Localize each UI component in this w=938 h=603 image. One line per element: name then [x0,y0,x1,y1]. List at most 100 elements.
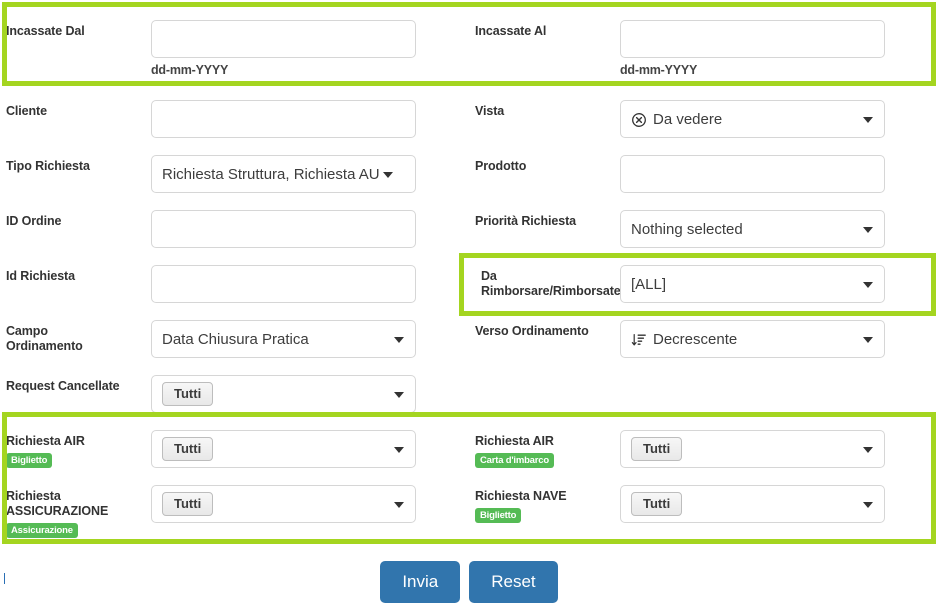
label-richiesta-nave: Richiesta NAVE Biglietto [475,485,620,523]
label-id-richiesta: Id Richiesta [6,269,75,283]
field-richiesta-nave: Richiesta NAVE Biglietto Tutti [469,485,938,538]
field-tipo-richiesta: Tipo Richiesta Richiesta Struttura, Rich… [0,155,469,193]
richiesta-air-carta-select[interactable]: Tutti [620,430,885,468]
label-vista: Vista [475,104,505,118]
form-row-idrichiesta-rimborso: Id Richiesta Da Rimborsare/Rimborsate [A… [0,265,938,303]
chevron-down-icon [863,282,873,288]
field-cliente: Cliente [0,100,469,138]
vista-select[interactable]: Da vedere [620,100,885,138]
chevron-down-icon [863,447,873,453]
field-incassate-dal: Incassate Dal dd-mm-YYYY [0,20,469,77]
id-ordine-input[interactable] [151,210,416,248]
incassate-dal-input[interactable] [151,20,416,58]
richiesta-air-biglietto-chip[interactable]: Tutti [162,437,214,461]
priorita-richiesta-value: Nothing selected [631,220,743,238]
prodotto-input[interactable] [620,155,885,193]
badge-assicurazione: Assicurazione [6,523,78,538]
form-row-richiesta-air: Richiesta AIR Biglietto Tutti Richiesta … [0,430,938,468]
incassate-al-input[interactable] [620,20,885,58]
field-empty-slot [469,375,938,413]
field-campo-ordinamento: Campo Ordinamento Data Chiusura Pratica [0,320,469,358]
chevron-down-icon [394,392,404,398]
richiesta-nave-chip[interactable]: Tutti [631,492,683,516]
richiesta-air-carta-chip[interactable]: Tutti [631,437,683,461]
reset-button[interactable]: Reset [469,561,558,603]
request-cancellate-select[interactable]: Tutti [151,375,416,413]
chevron-down-icon [394,502,404,508]
richiesta-assicurazione-select[interactable]: Tutti [151,485,416,523]
richiesta-assicurazione-chip[interactable]: Tutti [162,492,214,516]
label-da-rimborsare-line2: Rimborsare/Rimborsate [481,284,621,298]
form-row-request-cancellate: Request Cancellate Tutti [0,375,938,413]
label-richiesta-assicurazione: Richiesta ASSICURAZIONE Assicurazione [6,485,151,538]
form-row-tipo-prodotto: Tipo Richiesta Richiesta Struttura, Rich… [0,155,938,193]
field-id-richiesta: Id Richiesta [0,265,469,303]
field-verso-ordinamento: Verso Ordinamento Decrescente [469,320,938,358]
form-row-ordine-priorita: ID Ordine Priorità Richiesta Nothing sel… [0,210,938,248]
form-actions: Invia Reset [0,561,938,603]
chevron-down-icon [863,227,873,233]
label-assicurazione-line1: Richiesta [6,489,61,503]
tipo-richiesta-value: Richiesta Struttura, Richiesta AU [162,165,380,183]
label-verso-ordinamento: Verso Ordinamento [475,324,589,338]
field-request-cancellate: Request Cancellate Tutti [0,375,469,413]
incassate-dal-hint: dd-mm-YYYY [151,63,229,77]
badge-nave-biglietto: Biglietto [475,508,522,523]
label-campo-ordinamento: Campo Ordinamento [6,320,151,354]
label-prodotto: Prodotto [475,159,527,173]
verso-ordinamento-select[interactable]: Decrescente [620,320,885,358]
field-vista: Vista Da vedere [469,100,938,138]
label-incassate-al: Incassate Al [475,24,547,38]
campo-ordinamento-select[interactable]: Data Chiusura Pratica [151,320,416,358]
chevron-down-icon [863,117,873,123]
form-row-incassate: Incassate Dal dd-mm-YYYY Incassate Al dd… [0,20,938,77]
badge-biglietto: Biglietto [6,453,53,468]
label-incassate-dal: Incassate Dal [6,24,85,38]
form-row-assicurazione-nave: Richiesta ASSICURAZIONE Assicurazione Tu… [0,485,938,538]
submit-button[interactable]: Invia [380,561,461,603]
label-id-ordine: ID Ordine [6,214,62,228]
tipo-richiesta-select[interactable]: Richiesta Struttura, Richiesta AU [151,155,416,193]
label-priorita-richiesta: Priorità Richiesta [475,214,577,228]
verso-ordinamento-value: Decrescente [653,330,738,348]
label-assicurazione-line2: ASSICURAZIONE [6,504,109,518]
da-rimborsare-value: [ALL] [631,275,667,293]
priorita-richiesta-select[interactable]: Nothing selected [620,210,885,248]
field-richiesta-air-carta: Richiesta AIR Carta d'imbarco Tutti [469,430,938,468]
incassate-al-hint: dd-mm-YYYY [620,63,698,77]
vista-value: Da vedere [653,110,723,128]
label-richiesta-air-carta: Richiesta AIR Carta d'imbarco [475,430,620,468]
label-richiesta-nave-text: Richiesta NAVE [475,489,567,503]
label-da-rimborsare-line1: Da [481,269,497,283]
label-richiesta-air-2-text: Richiesta AIR [475,434,554,448]
label-cliente: Cliente [6,104,47,118]
campo-ordinamento-value: Data Chiusura Pratica [162,330,309,348]
search-filters-form: Incassate Dal dd-mm-YYYY Incassate Al dd… [0,0,938,603]
request-cancellate-chip[interactable]: Tutti [162,382,214,406]
richiesta-air-biglietto-select[interactable]: Tutti [151,430,416,468]
id-richiesta-input[interactable] [151,265,416,303]
cliente-input[interactable] [151,100,416,138]
label-request-cancellate: Request Cancellate [6,379,120,393]
chevron-down-icon [394,447,404,453]
label-richiesta-air-1-text: Richiesta AIR [6,434,85,448]
field-incassate-al: Incassate Al dd-mm-YYYY [469,20,938,77]
form-row-ordinamento: Campo Ordinamento Data Chiusura Pratica … [0,320,938,358]
field-prodotto: Prodotto [469,155,938,193]
field-richiesta-assicurazione: Richiesta ASSICURAZIONE Assicurazione Tu… [0,485,469,538]
chevron-down-icon [394,337,404,343]
field-richiesta-air-biglietto: Richiesta AIR Biglietto Tutti [0,430,469,468]
badge-carta-imbarco: Carta d'imbarco [475,453,554,468]
field-da-rimborsare: Da Rimborsare/Rimborsate [ALL] [469,265,938,303]
chevron-down-icon [383,172,393,178]
label-tipo-richiesta: Tipo Richiesta [6,159,90,173]
da-rimborsare-select[interactable]: [ALL] [620,265,885,303]
circle-x-icon [631,112,647,128]
richiesta-nave-select[interactable]: Tutti [620,485,885,523]
field-id-ordine: ID Ordine [0,210,469,248]
chevron-down-icon [863,502,873,508]
label-campo-ordinamento-line1: Campo [6,324,48,338]
label-campo-ordinamento-line2: Ordinamento [6,339,83,353]
chevron-down-icon [863,337,873,343]
text-cursor-artifact [4,573,5,584]
